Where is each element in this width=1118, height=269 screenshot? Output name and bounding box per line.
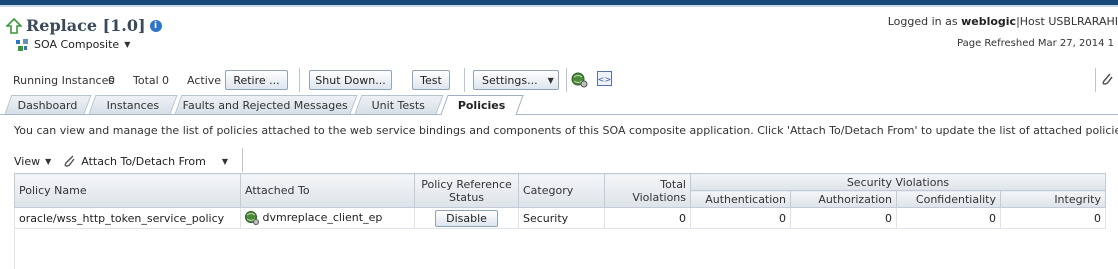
composite-type-label: SOA Composite [34, 38, 120, 51]
cell-integrity: 0 [1000, 207, 1106, 229]
cell-attached-to: dvmreplace_client_ep [240, 207, 415, 229]
web-service-icon [245, 211, 259, 225]
cell-authorization: 0 [790, 207, 897, 229]
tab-faults[interactable]: Faults and Rejected Messages [174, 95, 358, 114]
tab-label: Instances [106, 98, 160, 112]
tab-instances[interactable]: Instances [88, 95, 178, 114]
page-title: Replace [1.0] [26, 16, 146, 35]
chevron-down-icon: ▼ [547, 75, 554, 85]
retire-button[interactable]: Retire ... [225, 70, 288, 90]
cell-category: Security [518, 207, 605, 229]
info-icon[interactable]: i [149, 19, 162, 32]
attach-detach-button[interactable]: Attach To/Detach From ▼ [63, 154, 228, 168]
table-header-row: Policy Name Attached To Policy Reference… [14, 173, 1106, 208]
toolbar-divider [1095, 68, 1096, 92]
cell-total-violations: 0 [604, 207, 691, 229]
table-toolbar-divider [242, 148, 243, 172]
page-refreshed: Page Refreshed Mar 27, 2014 1 [957, 38, 1114, 49]
description-text: You can view and manage the list of poli… [14, 124, 1118, 137]
tab-dashboard[interactable]: Dashboard [4, 95, 92, 114]
cell-policy-name: oracle/wss_http_token_service_policy [14, 207, 241, 229]
paperclip-icon[interactable] [1100, 71, 1114, 87]
settings-label: Settings... [482, 73, 538, 87]
tab-label: Unit Tests [372, 98, 426, 112]
column-header-reference-status[interactable]: Policy Reference Status [414, 173, 519, 208]
column-group-security-violations: Security Violations [690, 173, 1106, 191]
column-header-integrity[interactable]: Integrity [1000, 190, 1106, 208]
column-header-attached-to[interactable]: Attached To [240, 173, 415, 208]
login-user: weblogic [961, 15, 1017, 28]
total-value: 0 [162, 74, 169, 87]
composite-icon [16, 38, 28, 51]
policies-table: Policy Name Attached To Policy Reference… [14, 173, 1106, 229]
login-info: Logged in as weblogic|Host USBLRARAHI [888, 15, 1118, 28]
view-menu[interactable]: View ▼ [14, 155, 51, 168]
xml-source-icon[interactable]: <> [597, 71, 612, 86]
running-instances-label: Running Instances [13, 74, 115, 87]
cell-reference-status: Disable [414, 207, 519, 229]
composite-menu[interactable]: SOA Composite ▼ [16, 38, 130, 51]
login-host: |Host USBLRARAHI [1016, 15, 1118, 28]
globe-gear-icon[interactable] [571, 72, 588, 88]
chevron-down-icon[interactable]: ▼ [222, 157, 228, 166]
attached-to-label[interactable]: dvmreplace_client_ep [263, 211, 383, 224]
tab-label: Policies [458, 99, 506, 112]
table-row[interactable]: oracle/wss_http_token_service_policy dvm… [14, 207, 1106, 229]
tab-unit-tests[interactable]: Unit Tests [354, 95, 444, 114]
chevron-down-icon: ▼ [45, 156, 52, 166]
settings-button[interactable]: Settings... ▼ [473, 70, 559, 90]
column-header-total-violations[interactable]: Total Violations [604, 173, 691, 208]
active-label: Active [187, 74, 222, 87]
view-label: View [14, 154, 41, 168]
toolbar-divider [464, 68, 465, 92]
login-prefix: Logged in as [887, 15, 958, 28]
description: You can view and manage the list of poli… [14, 123, 1118, 138]
column-header-policy-name[interactable]: Policy Name [14, 173, 241, 208]
column-header-authentication[interactable]: Authentication [690, 190, 791, 208]
tab-policies[interactable]: Policies [440, 95, 524, 115]
paperclip-icon [64, 155, 75, 167]
test-button[interactable]: Test [412, 70, 450, 90]
column-header-authorization[interactable]: Authorization [790, 190, 897, 208]
cell-confidentiality: 0 [896, 207, 1001, 229]
table-empty-area [14, 230, 1111, 269]
table-toolbar: View ▼ Attach To/Detach From ▼ [14, 151, 240, 171]
disable-button[interactable]: Disable [435, 209, 498, 227]
column-header-confidentiality[interactable]: Confidentiality [896, 190, 1001, 208]
chevron-down-icon: ▼ [124, 40, 131, 49]
up-arrow-icon[interactable] [6, 17, 22, 34]
svg-text:<>: <> [598, 75, 611, 84]
tab-label: Faults and Rejected Messages [183, 98, 349, 112]
column-header-category[interactable]: Category [518, 173, 605, 208]
top-banner-shadow [0, 5, 1118, 7]
running-instances-value: 0 [108, 74, 115, 87]
cell-authentication: 0 [690, 207, 791, 229]
total-label: Total [133, 74, 159, 87]
attach-detach-label: Attach To/Detach From [81, 154, 206, 168]
toolbar-divider [566, 68, 567, 92]
title-row: Replace [1.0] i [6, 16, 162, 35]
shutdown-button[interactable]: Shut Down... [309, 70, 392, 90]
toolbar-divider [299, 68, 300, 92]
tab-label: Dashboard [17, 98, 78, 112]
